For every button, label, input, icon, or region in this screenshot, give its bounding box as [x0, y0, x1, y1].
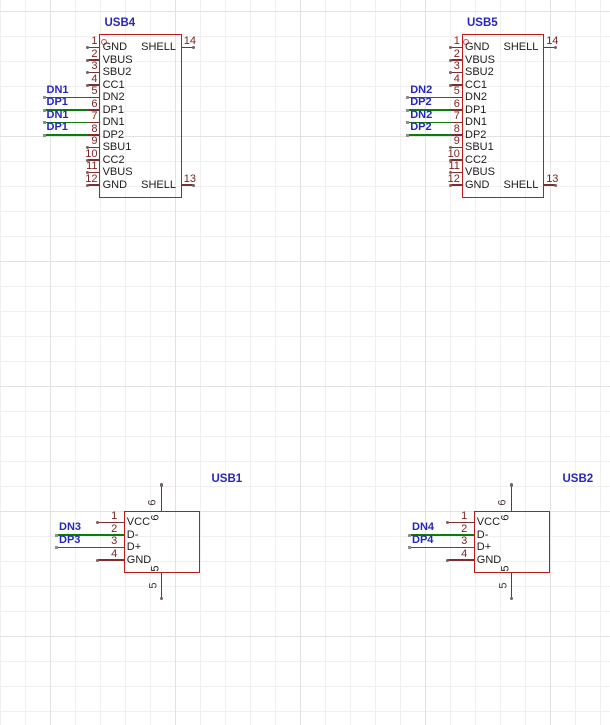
wire-end-marker	[408, 546, 411, 549]
pin-name: GND	[476, 553, 502, 566]
component-usb2[interactable]: USB2 1 VCC DN4 2 D- DP4 3 D+ 4 GND 6 6 5 5	[0, 0, 610, 725]
pin-name: D+	[476, 541, 492, 553]
component-designator[interactable]: USB2	[563, 473, 594, 485]
wire-end-marker	[408, 533, 411, 537]
pin-number: 4	[461, 547, 468, 560]
pin-name: D-	[476, 528, 489, 541]
pin-end-marker	[509, 483, 514, 487]
pin-number: 3	[461, 535, 468, 547]
pin-number: 5	[497, 582, 510, 589]
pin-name: 6	[499, 514, 511, 521]
schematic-canvas[interactable]: USB4 1 GND 2 VBUS 3 SBU2 4 CC1 DN1 5 DN2 DP1 6 DP1 DN1 7…	[0, 0, 610, 725]
pin-name: VCC	[476, 516, 501, 528]
pin-number: 2	[461, 522, 468, 535]
pin-end-marker	[509, 596, 514, 600]
